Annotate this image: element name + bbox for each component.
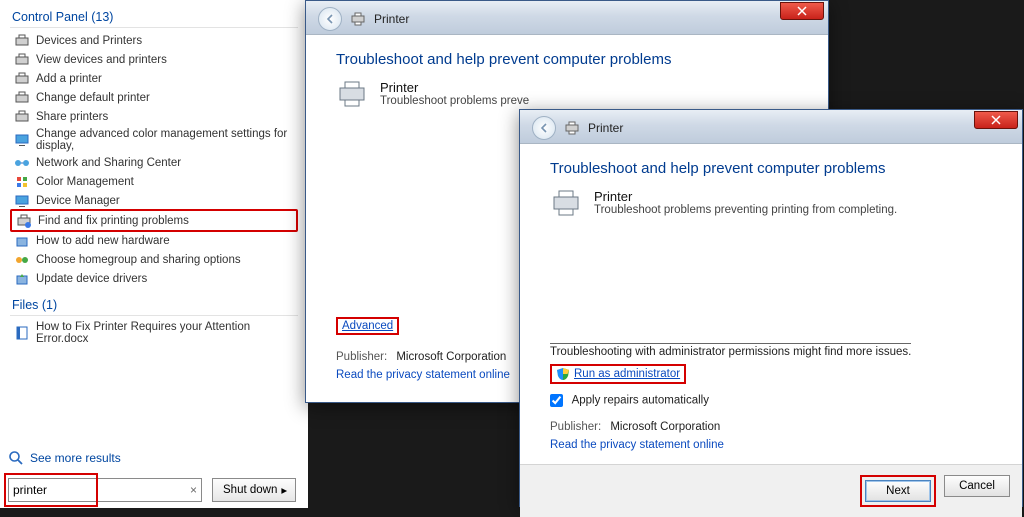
apply-repairs-label: Apply repairs automatically: [572, 395, 709, 407]
control-panel-item[interactable]: How to add new hardware: [10, 231, 298, 250]
troubleshooter-name: Printer: [594, 189, 897, 204]
item-icon: [14, 109, 30, 125]
control-panel-item[interactable]: Share printers: [10, 107, 298, 126]
control-panel-item[interactable]: Change default printer: [10, 88, 298, 107]
publisher-label: Publisher:: [550, 421, 601, 433]
publisher-label: Publisher:: [336, 351, 387, 363]
troubleshooter-name: Printer: [380, 80, 529, 95]
apply-repairs-checkbox[interactable]: [550, 394, 563, 407]
control-panel-item[interactable]: Devices and Printers: [10, 31, 298, 50]
item-label: Device Manager: [36, 195, 120, 207]
back-button[interactable]: [532, 116, 556, 140]
dialog-title: Troubleshoot and help prevent computer p…: [520, 144, 1022, 181]
see-more-results-link[interactable]: See more results: [8, 450, 121, 466]
advanced-link[interactable]: Advanced: [342, 320, 393, 332]
item-icon: [14, 90, 30, 106]
printer-icon: [550, 189, 582, 217]
printer-icon: [336, 80, 368, 108]
item-label: Share printers: [36, 111, 108, 123]
item-icon: [14, 52, 30, 68]
item-icon: [14, 271, 30, 287]
files-heading: Files (1): [10, 294, 298, 316]
docx-icon: [14, 325, 30, 341]
item-icon: [14, 252, 30, 268]
control-panel-item[interactable]: Update device drivers: [10, 269, 298, 288]
see-more-text: See more results: [30, 451, 121, 465]
shutdown-label: Shut down: [223, 484, 277, 496]
item-icon: [14, 132, 30, 148]
troubleshooter-description: Troubleshoot problems preventing printin…: [594, 204, 897, 216]
start-menu-search-input-container[interactable]: ×: [8, 478, 202, 502]
printer-icon: [564, 121, 580, 135]
item-label: Change advanced color management setting…: [36, 128, 294, 152]
control-panel-item[interactable]: View devices and printers: [10, 50, 298, 69]
item-label: How to add new hardware: [36, 235, 170, 247]
publisher-value: Microsoft Corporation: [610, 421, 720, 433]
control-panel-item[interactable]: Add a printer: [10, 69, 298, 88]
window-titlebar: Printer: [306, 1, 828, 35]
publisher-value: Microsoft Corporation: [396, 351, 506, 363]
start-menu-search-input[interactable]: [13, 483, 190, 497]
control-panel-item[interactable]: Network and Sharing Center: [10, 153, 298, 172]
start-menu-search-panel: Control Panel (13) Devices and Printers V…: [0, 0, 308, 508]
run-as-administrator-link[interactable]: Run as administrator: [574, 368, 680, 380]
item-label: Add a printer: [36, 73, 102, 85]
item-label: Choose homegroup and sharing options: [36, 254, 241, 266]
highlight-box: Find and fix printing problems: [10, 209, 298, 232]
item-icon: [14, 193, 30, 209]
cancel-button[interactable]: Cancel: [944, 475, 1010, 497]
printer-icon: [350, 12, 366, 26]
dialog-footer: Next Cancel: [520, 464, 1022, 517]
file-item[interactable]: How to Fix Printer Requires your Attenti…: [10, 319, 298, 346]
item-icon: [14, 233, 30, 249]
item-icon: [14, 71, 30, 87]
control-panel-item[interactable]: Device Manager: [10, 191, 298, 210]
item-label: Change default printer: [36, 92, 150, 104]
item-icon: [14, 174, 30, 190]
dialog-title: Troubleshoot and help prevent computer p…: [306, 35, 828, 72]
back-button[interactable]: [318, 7, 342, 31]
control-panel-item[interactable]: Choose homegroup and sharing options: [10, 250, 298, 269]
item-label: Devices and Printers: [36, 35, 142, 47]
uac-shield-icon: [556, 367, 570, 381]
close-button[interactable]: [780, 2, 824, 20]
close-button[interactable]: [974, 111, 1018, 129]
clear-search-icon[interactable]: ×: [190, 483, 197, 497]
privacy-statement-link[interactable]: Read the privacy statement online: [550, 439, 724, 451]
file-label: How to Fix Printer Requires your Attenti…: [36, 321, 294, 345]
control-panel-item[interactable]: Find and fix printing problems: [12, 211, 296, 230]
control-panel-heading: Control Panel (13): [10, 6, 298, 28]
troubleshooter-description: Troubleshoot problems preve: [380, 95, 529, 107]
item-label: Find and fix printing problems: [38, 215, 189, 227]
breadcrumb: Printer: [374, 12, 409, 26]
admin-permissions-note: Troubleshooting with administrator permi…: [550, 343, 911, 358]
shutdown-button[interactable]: Shut down ▸: [212, 478, 296, 502]
chevron-right-icon: ▸: [281, 483, 287, 497]
search-icon: [8, 450, 24, 466]
next-button[interactable]: Next: [865, 480, 931, 502]
item-label: Update device drivers: [36, 273, 147, 285]
control-panel-item[interactable]: Change advanced color management setting…: [10, 126, 298, 153]
item-label: Network and Sharing Center: [36, 157, 181, 169]
privacy-statement-link[interactable]: Read the privacy statement online: [336, 369, 510, 381]
item-label: Color Management: [36, 176, 134, 188]
breadcrumb: Printer: [588, 121, 623, 135]
control-panel-item[interactable]: Color Management: [10, 172, 298, 191]
item-icon: [16, 213, 32, 229]
item-icon: [14, 33, 30, 49]
troubleshooter-window-advanced: Printer Troubleshoot and help prevent co…: [519, 109, 1023, 507]
item-label: View devices and printers: [36, 54, 167, 66]
item-icon: [14, 155, 30, 171]
window-titlebar: Printer: [520, 110, 1022, 144]
